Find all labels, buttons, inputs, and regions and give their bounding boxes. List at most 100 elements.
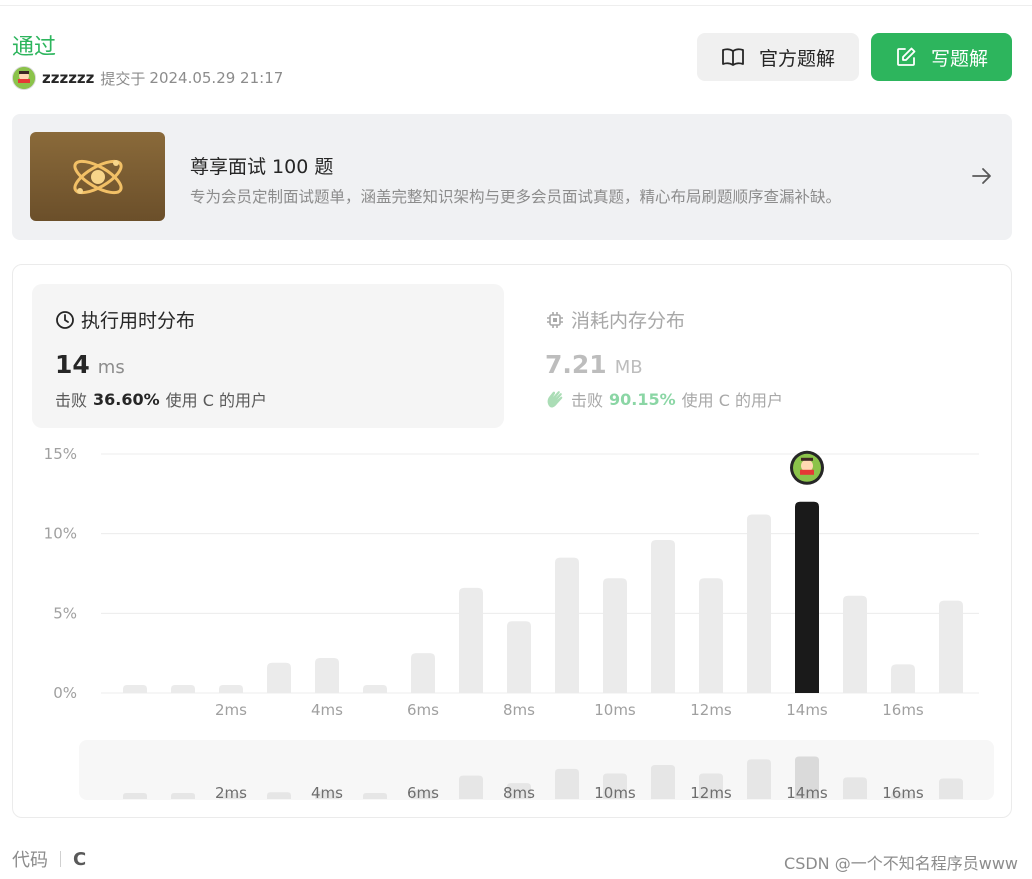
overview-bar (459, 775, 483, 799)
overview-bar (315, 791, 339, 799)
chart-bar (171, 685, 195, 693)
chart-bar (123, 685, 147, 693)
overview-bar (939, 778, 963, 799)
code-section-label: 代码 C (12, 846, 86, 872)
code-label: 代码 (12, 850, 48, 871)
runtime-beat-suffix: 使用 C 的用户 (165, 391, 268, 410)
x-tick-label: 4ms (311, 701, 343, 719)
x-tick-label: 8ms (503, 701, 535, 719)
top-divider (0, 5, 1032, 6)
overview-tick-label: 14ms (786, 784, 828, 802)
runtime-title: 执行用时分布 (81, 310, 196, 332)
overview-bar (651, 765, 675, 799)
overview-bar (795, 756, 819, 799)
chart-bar (891, 664, 915, 693)
code-language[interactable]: C (73, 849, 86, 870)
chip-icon (547, 311, 563, 328)
memory-beat-suffix: 使用 C 的用户 (681, 391, 784, 410)
code-separator (60, 851, 61, 867)
arrow-right-icon[interactable] (970, 164, 994, 192)
overview-tick-label: 10ms (594, 784, 636, 802)
runtime-tab-header: 执行用时分布 (55, 306, 195, 333)
overview-bar (603, 773, 627, 799)
edit-icon (897, 47, 916, 66)
overview-tick-label: 16ms (882, 784, 924, 802)
overview-bar (843, 777, 867, 799)
overview-tick-label: 12ms (690, 784, 732, 802)
memory-metric: 7.21 MB (545, 350, 643, 379)
chart-bar (939, 600, 963, 693)
x-tick-label: 16ms (882, 701, 924, 719)
overview-tick-label: 2ms (215, 784, 247, 802)
memory-title: 消耗内存分布 (571, 310, 686, 332)
overview-bar (363, 793, 387, 799)
y-tick-label: 0% (53, 684, 77, 702)
user-position-avatar (790, 450, 824, 485)
overview-tick-label: 6ms (407, 784, 439, 802)
performance-card: 执行用时分布 14 ms 击败 36.60% 使用 C 的用户 消耗内存分布 7… (12, 264, 1012, 818)
runtime-beat-value: 36.60% (93, 389, 160, 409)
official-solution-label: 官方题解 (758, 47, 835, 70)
overview-bar (891, 792, 915, 799)
overview-bar (747, 759, 771, 799)
overview-bar (171, 793, 195, 799)
runtime-metric: 14 ms (55, 350, 125, 379)
username[interactable]: zzzzzz (42, 69, 94, 87)
overview-bar (411, 790, 435, 799)
banner-title: 尊享面试 100 题 (190, 156, 334, 178)
runtime-value: 14 (55, 350, 90, 379)
runtime-beat-prefix: 击败 (55, 391, 88, 410)
chart-overview-panel (79, 740, 994, 800)
chart-bar (603, 578, 627, 693)
chart-bar (699, 578, 723, 693)
overview-tick-label: 4ms (311, 784, 343, 802)
overview-tick-label: 8ms (503, 784, 535, 802)
memory-unit: MB (614, 357, 643, 378)
chart-bar (315, 657, 339, 693)
user-avatar[interactable] (12, 66, 36, 90)
memory-value: 7.21 (545, 350, 607, 379)
chart-bar (555, 557, 579, 693)
memory-beat-value: 90.15% (609, 389, 676, 409)
tab-memory[interactable]: 消耗内存分布 7.21 MB 击败 90.15% 使用 C 的用户 (545, 284, 985, 428)
write-solution-label: 写题解 (930, 47, 988, 70)
chart-bar (411, 653, 435, 693)
submit-prefix: 提交于 (100, 69, 146, 88)
submission-status: 通过 (12, 35, 57, 60)
chart-bar (507, 621, 531, 693)
runtime-unit: ms (97, 357, 125, 378)
memory-beat: 击败 90.15% 使用 C 的用户 (545, 387, 783, 411)
submit-time: 2024.05.29 21:17 (149, 69, 284, 87)
memory-tab-header: 消耗内存分布 (545, 306, 685, 333)
tab-runtime[interactable]: 执行用时分布 14 ms 击败 36.60% 使用 C 的用户 (32, 284, 504, 428)
submitter-info: zzzzzz 提交于 2024.05.29 21:17 (12, 66, 283, 90)
x-tick-label: 12ms (690, 701, 732, 719)
x-tick-label: 2ms (215, 701, 247, 719)
y-tick-label: 5% (53, 604, 77, 622)
clap-icon (547, 391, 563, 408)
x-tick-label: 10ms (594, 701, 636, 719)
overview-bar (555, 768, 579, 799)
overview-bar (267, 792, 291, 799)
premium-banner[interactable]: 尊享面试 100 题 专为会员定制面试题单，涵盖完整知识架构与更多会员面试真题，… (12, 114, 1012, 240)
chart-bar (219, 685, 243, 693)
highlight-bar (795, 501, 819, 693)
official-solution-button[interactable]: 官方题解 (697, 33, 859, 81)
banner-description: 专为会员定制面试题单，涵盖完整知识架构与更多会员面试真题，精心布局刷题顺序查漏补… (190, 188, 842, 206)
memory-beat-prefix: 击败 (571, 391, 604, 410)
x-tick-label: 14ms (786, 701, 828, 719)
chart-bar (843, 595, 867, 693)
clock-icon (56, 310, 74, 329)
x-tick-label: 6ms (407, 701, 439, 719)
overview-bar (219, 793, 243, 799)
chart-bar (747, 514, 771, 693)
chart-bar (267, 662, 291, 693)
banner-image (30, 132, 165, 221)
chart-bar (363, 685, 387, 693)
write-solution-button[interactable]: 写题解 (871, 33, 1012, 81)
avatar-icon (13, 67, 35, 89)
runtime-beat: 击败 36.60% 使用 C 的用户 (55, 387, 267, 411)
overview-bar (123, 793, 147, 799)
y-tick-label: 10% (44, 525, 77, 543)
book-icon (722, 48, 744, 66)
